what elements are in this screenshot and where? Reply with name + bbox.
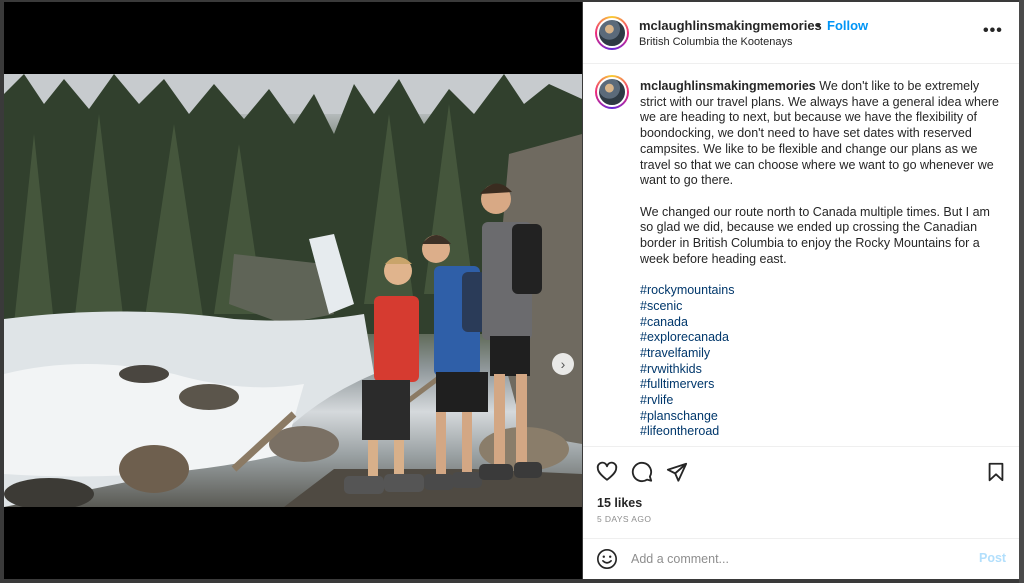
username-link[interactable]: mclaughlinsmakingmemories — [639, 18, 822, 33]
post-media: › — [4, 2, 582, 579]
hashtag-list: #rockymountains #scenic #canada #explore… — [640, 283, 1000, 440]
caption-text: mclaughlinsmakingmemories We don't like … — [640, 79, 1000, 440]
heart-icon[interactable] — [596, 461, 618, 483]
bookmark-icon[interactable] — [985, 461, 1007, 483]
caption-paragraph-2: We changed our route north to Canada mul… — [640, 204, 990, 266]
background-strip — [1019, 0, 1024, 583]
location-link[interactable]: British Columbia the Kootenays — [639, 36, 792, 48]
action-bar: 15 likes 5 DAYS AGO — [583, 446, 1019, 552]
next-image-button[interactable]: › — [552, 353, 574, 375]
hashtag-link[interactable]: #lifeontheroad — [640, 424, 1000, 440]
hashtag-link[interactable]: #explorecanada — [640, 330, 1000, 346]
caption-avatar[interactable] — [595, 75, 629, 109]
hashtag-link[interactable]: #rvwithkids — [640, 362, 1000, 378]
caption-paragraph-1: We don't like to be extremely strict wit… — [640, 79, 999, 188]
avatar[interactable] — [595, 16, 629, 50]
separator-dot: • — [816, 18, 821, 33]
chevron-right-icon: › — [560, 356, 566, 372]
more-icon[interactable]: ••• — [983, 22, 1003, 40]
comment-icon[interactable] — [631, 461, 653, 483]
post-photo[interactable]: › — [4, 74, 582, 507]
hashtag-link[interactable]: #planschange — [640, 409, 1000, 425]
post-details-panel: mclaughlinsmakingmemories • Follow Briti… — [583, 2, 1019, 579]
comment-bar: Post — [583, 538, 1019, 579]
post-timestamp: 5 DAYS AGO — [597, 514, 652, 524]
hashtag-link[interactable]: #rockymountains — [640, 283, 1000, 299]
hashtag-link[interactable]: #scenic — [640, 299, 1000, 315]
photo-scene — [4, 74, 582, 507]
caption-username-link[interactable]: mclaughlinsmakingmemories — [640, 79, 816, 93]
hashtag-link[interactable]: #canada — [640, 315, 1000, 331]
hashtag-link[interactable]: #rvlife — [640, 393, 1000, 409]
hashtag-link[interactable]: #travelfamily — [640, 346, 1000, 362]
hashtag-link[interactable]: #fulltimervers — [640, 377, 1000, 393]
likes-count[interactable]: 15 likes — [597, 496, 642, 510]
emoji-icon[interactable] — [596, 548, 618, 570]
comment-input[interactable] — [631, 550, 951, 568]
share-icon[interactable] — [666, 461, 688, 483]
post-comment-button[interactable]: Post — [979, 551, 1006, 565]
post-header: mclaughlinsmakingmemories • Follow Briti… — [583, 2, 1019, 64]
caption-section: mclaughlinsmakingmemories We don't like … — [583, 65, 1019, 445]
follow-button[interactable]: Follow — [827, 18, 868, 33]
